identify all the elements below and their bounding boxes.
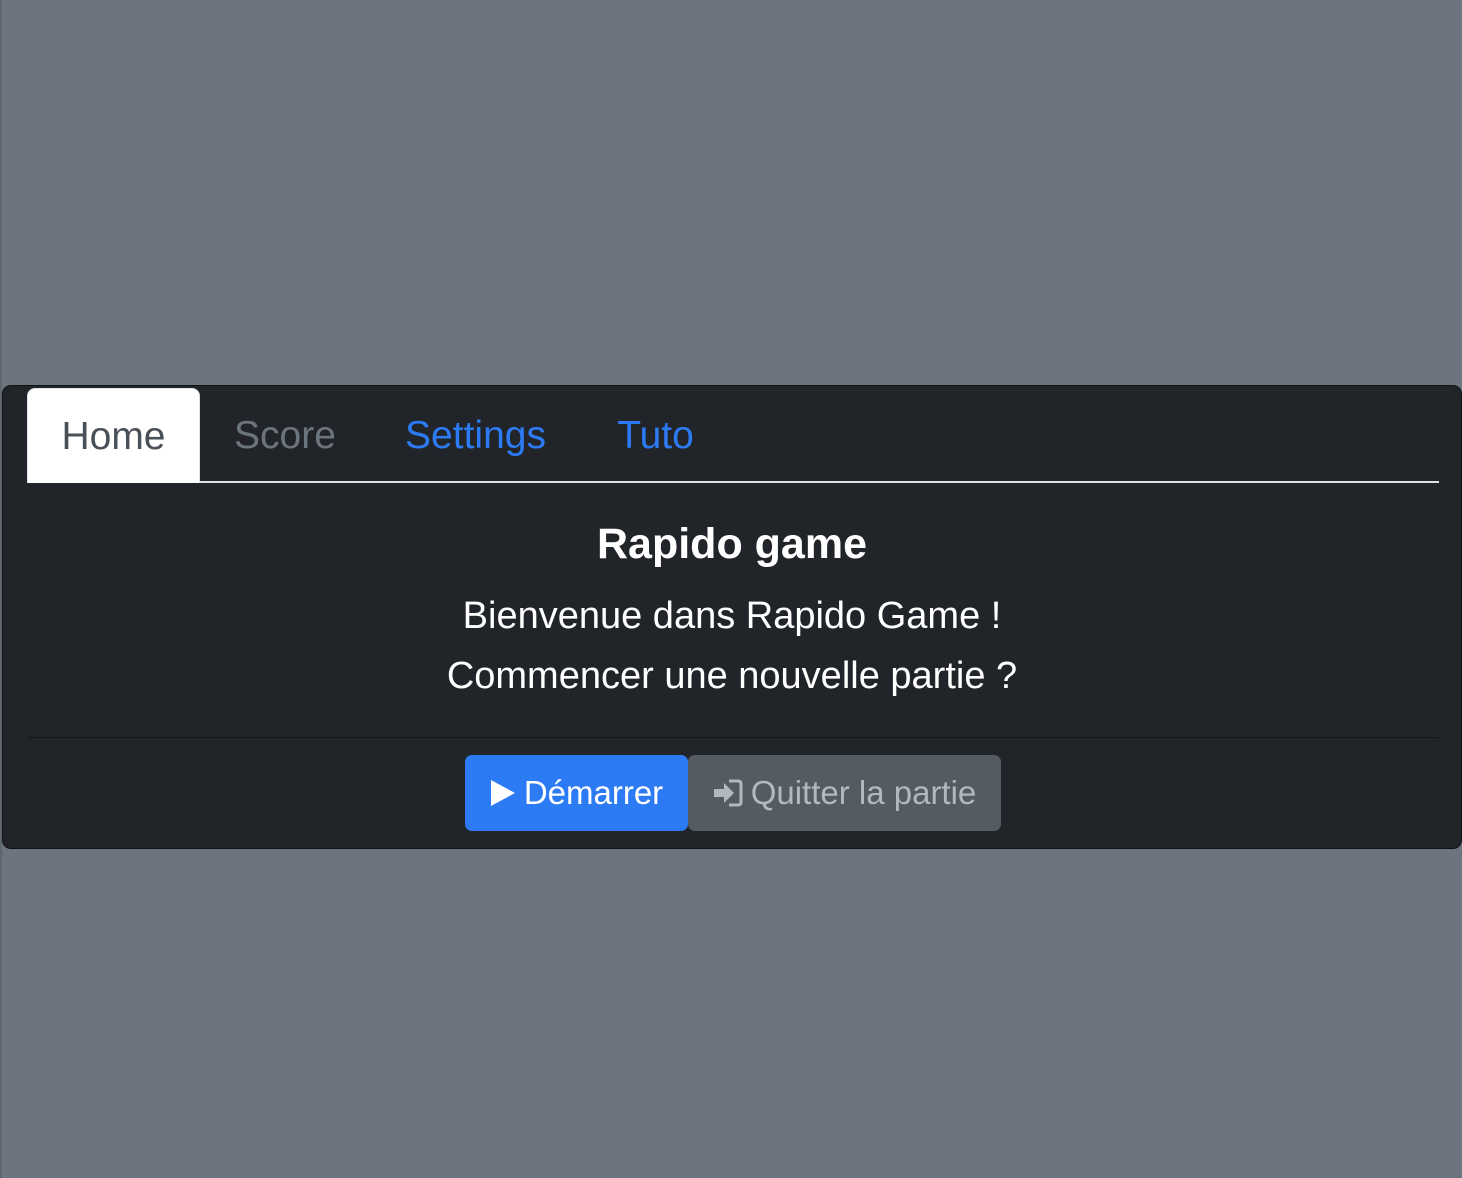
start-button-label: Démarrer [523,774,664,811]
quit-game-button-label: Quitter la partie [750,774,977,811]
game-title: Rapido game [597,520,867,568]
quit-game-button[interactable]: Quitter la partie [688,755,1001,831]
game-card: Home Score Settings Tuto Rapido game Bie… [2,385,1462,849]
welcome-text: Bienvenue dans Rapido Game ! [462,595,1002,637]
tab-settings[interactable]: Settings [370,388,581,483]
start-button[interactable]: Démarrer [465,755,688,831]
tab-home[interactable]: Home [27,388,200,483]
new-game-question: Commencer une nouvelle partie ? [446,655,1018,697]
tab-tuto[interactable]: Tuto [581,388,730,483]
footer-divider [27,737,1439,738]
tab-score[interactable]: Score [200,388,370,483]
play-icon [490,779,516,807]
sign-in-icon [713,779,743,807]
tab-bar: Home Score Settings Tuto [27,388,1439,483]
